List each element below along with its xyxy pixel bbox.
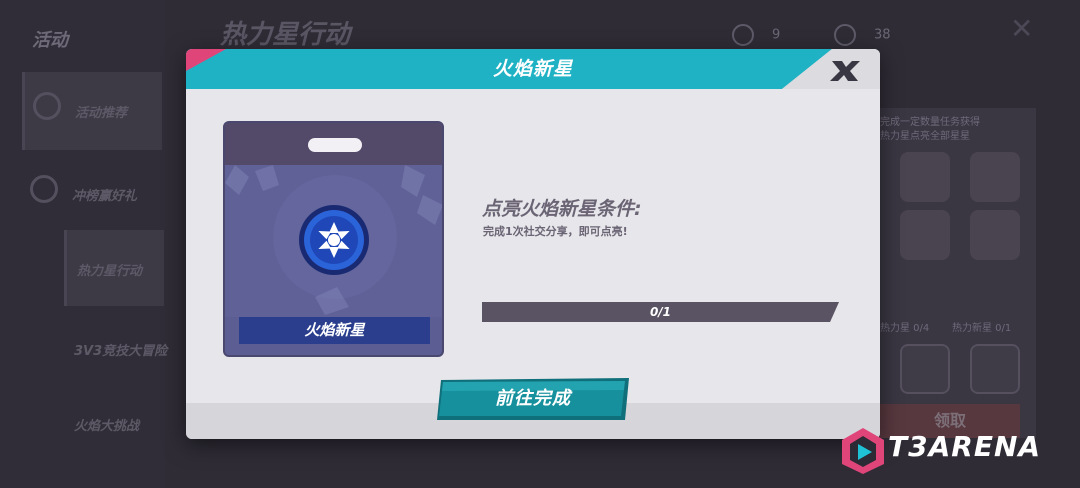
activity-sidebar: 活动 活动推荐 冲榜赢好礼 热力星行动 3V3竞技大冒险 火焰大挑战 bbox=[0, 0, 167, 488]
gem-icon bbox=[834, 24, 856, 46]
close-icon[interactable]: ✕ bbox=[1010, 12, 1033, 45]
sidebar-item-fire-challenge[interactable]: 火焰大挑战 bbox=[52, 385, 192, 455]
reward-panel-text: 完成一定数量任务获得 热力星点亮全部星星 bbox=[880, 117, 980, 142]
close-button[interactable] bbox=[822, 55, 866, 85]
condition-description: 完成1次社交分享，即可点亮! bbox=[483, 225, 628, 238]
reward-panel: 完成一定数量任务获得 热力星点亮全部星星 热力星 0/4 热力新星 0/1 bbox=[866, 108, 1036, 438]
page-title: 热力星行动 bbox=[220, 20, 351, 50]
progress-bar: 0/1 bbox=[482, 302, 839, 322]
progress-text: 0/1 bbox=[649, 305, 672, 319]
watermark-text: T3ARENA bbox=[888, 430, 1042, 463]
modal-title: 火焰新星 bbox=[492, 58, 573, 80]
sidebar-item-activity-recommend[interactable]: 活动推荐 bbox=[22, 72, 162, 150]
close-icon bbox=[830, 61, 860, 81]
item-name-label: 火焰新星 bbox=[239, 317, 430, 344]
item-card: 火焰新星 bbox=[223, 121, 444, 357]
avatar bbox=[970, 210, 1020, 260]
sidebar-item-heat-star[interactable]: 热力星行动 bbox=[64, 230, 164, 306]
snowflake-badge-icon bbox=[299, 205, 369, 275]
currency-star: 9 bbox=[732, 24, 780, 46]
gift-icon bbox=[30, 175, 58, 203]
avatar bbox=[900, 152, 950, 202]
currency-gem: 38 bbox=[834, 24, 891, 46]
stat-new-star: 热力新星 0/1 bbox=[952, 323, 1012, 334]
avatar bbox=[900, 210, 950, 260]
sidebar-item-ranking[interactable]: 冲榜赢好礼 bbox=[22, 155, 162, 225]
star-coin-icon bbox=[732, 24, 754, 46]
go-complete-label: 前往完成 bbox=[495, 388, 571, 409]
condition-title: 点亮火焰新星条件: bbox=[482, 198, 642, 220]
sidebar-item-3v3[interactable]: 3V3竞技大冒险 bbox=[52, 310, 192, 380]
fire-icon bbox=[33, 92, 61, 120]
go-complete-button[interactable]: 前往完成 bbox=[437, 378, 629, 420]
stat-heat-star: 热力星 0/4 bbox=[880, 323, 930, 334]
modal-header: 火焰新星 bbox=[186, 49, 880, 89]
star-detail-modal: 火焰新星 火焰新星 点亮火焰新星条件: 完成1次社交分享，即可点亮! 0/1 前… bbox=[186, 49, 880, 439]
t3arena-logo-icon bbox=[842, 428, 884, 474]
sidebar-title: 活动 bbox=[32, 30, 68, 51]
card-hanger bbox=[308, 138, 362, 152]
reward-slot[interactable] bbox=[970, 344, 1020, 394]
avatar bbox=[970, 152, 1020, 202]
reward-slot[interactable] bbox=[900, 344, 950, 394]
